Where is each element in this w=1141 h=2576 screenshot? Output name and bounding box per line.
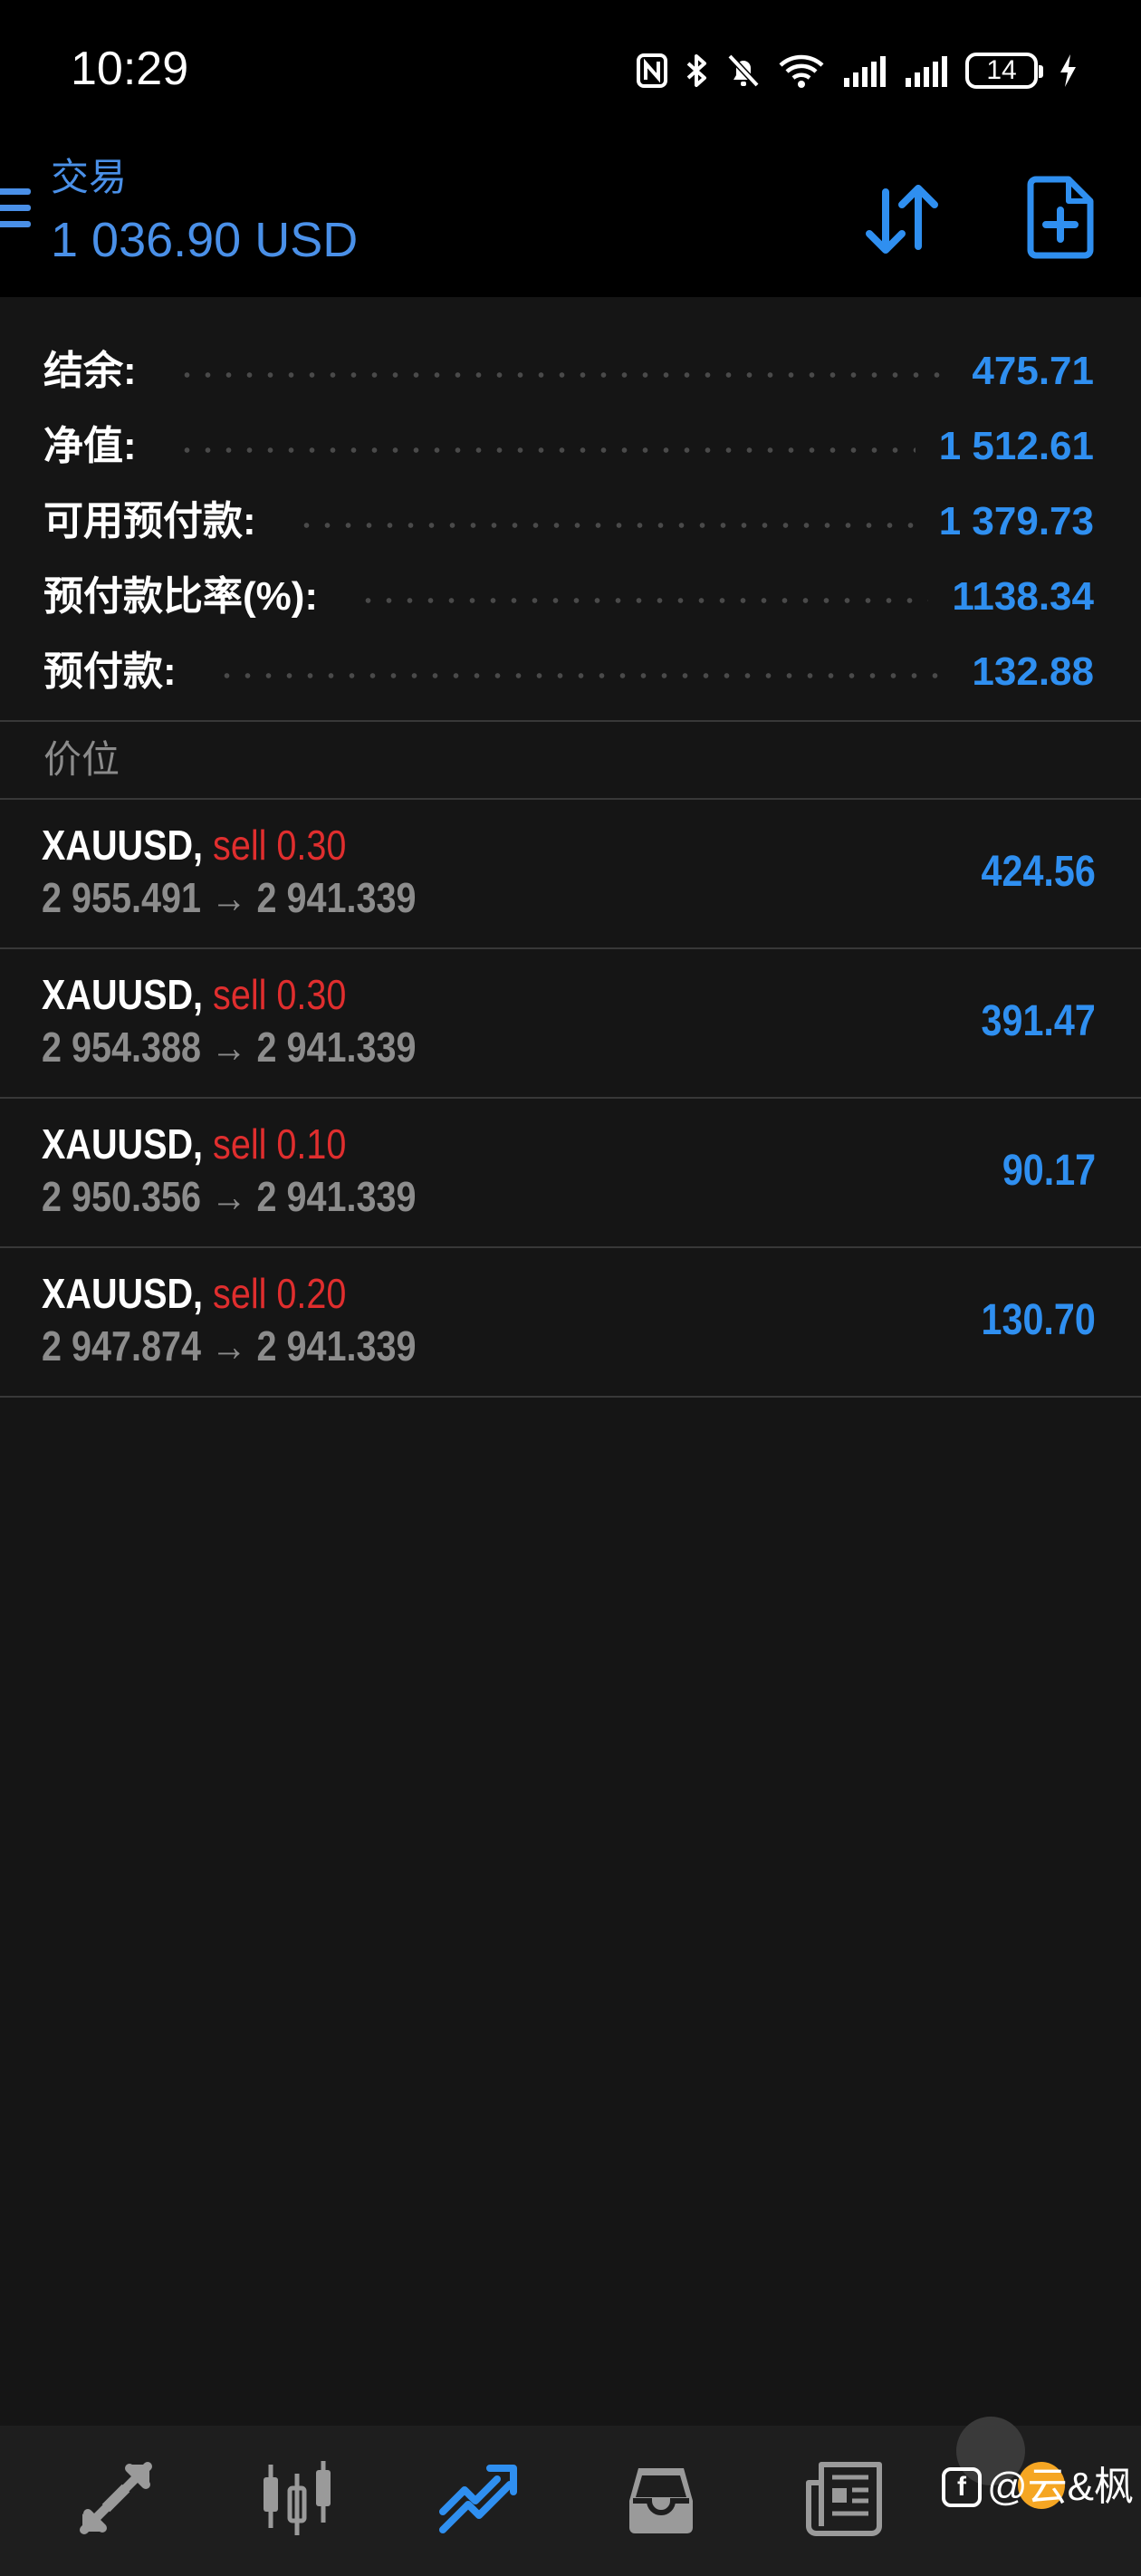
position-profit: 130.70: [982, 1293, 1096, 1348]
position-prices: 2 954.388 → 2 941.339: [42, 1022, 417, 1072]
dotted-leader: [296, 523, 916, 528]
position-row[interactable]: XAUUSD, sell 0.20 2 947.874 → 2 941.339 …: [0, 1246, 1141, 1398]
bluetooth-icon: [685, 53, 710, 89]
account-summary: 结余: 475.71 净值: 1 512.61 可用预付款: 1 379.73 …: [0, 297, 1141, 709]
position-row[interactable]: XAUUSD, sell 0.10 2 950.356 → 2 941.339 …: [0, 1097, 1141, 1246]
menu-icon[interactable]: [0, 188, 31, 234]
page-title: 交易: [51, 154, 127, 201]
trade-icon: [437, 2457, 519, 2539]
trade-content: 结余: 475.71 净值: 1 512.61 可用预付款: 1 379.73 …: [0, 297, 1141, 2426]
position-profit: 90.17: [1002, 1144, 1096, 1198]
chart-icon: [256, 2457, 338, 2539]
summary-value: 1 512.61: [939, 423, 1094, 470]
position-header: XAUUSD, sell 0.30: [42, 969, 346, 1020]
position-row[interactable]: XAUUSD, sell 0.30 2 955.491 → 2 941.339 …: [0, 798, 1141, 947]
position-type: sell 0.30: [213, 822, 346, 869]
watermark-text: @云&枫: [987, 2462, 1134, 2513]
summary-row-balance: 结余: 475.71: [0, 333, 1141, 409]
position-header: XAUUSD, sell 0.10: [42, 1119, 346, 1169]
wifi-icon: [777, 53, 826, 89]
nav-trade[interactable]: [433, 2453, 523, 2543]
summary-value: 1 379.73: [939, 498, 1094, 545]
signal-2-icon: [904, 53, 949, 89]
position-header: XAUUSD, sell 0.30: [42, 820, 346, 870]
nav-chart[interactable]: [252, 2453, 342, 2543]
watermark: f @云&枫: [942, 2462, 1134, 2513]
status-time: 10:29: [71, 40, 188, 98]
summary-value: 1138.34: [952, 573, 1094, 620]
position-prices: 2 955.491 → 2 941.339: [42, 872, 417, 923]
status-icons: 14: [636, 45, 1078, 96]
summary-label: 预付款比率(%):: [43, 573, 318, 620]
position-type: sell 0.30: [213, 971, 346, 1018]
dotted-leader: [177, 447, 916, 453]
summary-row-equity: 净值: 1 512.61: [0, 409, 1141, 484]
app-header: 交易 1 036.90 USD: [0, 136, 1141, 297]
summary-value: 475.71: [972, 348, 1094, 395]
summary-value: 132.88: [972, 649, 1094, 696]
position-symbol: XAUUSD,: [42, 1120, 203, 1168]
position-symbol: XAUUSD,: [42, 971, 203, 1018]
position-type: sell 0.20: [213, 1270, 346, 1317]
summary-row-free-margin: 可用预付款: 1 379.73: [0, 484, 1141, 559]
charging-icon: [1058, 53, 1078, 89]
dotted-leader: [216, 673, 949, 678]
account-balance-header: 1 036.90 USD: [51, 210, 358, 270]
battery-icon: 14: [965, 53, 1038, 89]
nav-history[interactable]: [616, 2453, 706, 2543]
position-header: XAUUSD, sell 0.20: [42, 1268, 346, 1319]
dotted-leader: [358, 598, 928, 603]
dotted-leader: [177, 372, 949, 378]
mute-bell-icon: [726, 53, 761, 89]
signal-1-icon: [842, 53, 887, 89]
status-bar: 10:29: [0, 0, 1141, 136]
summary-label: 预付款:: [43, 649, 177, 696]
summary-label: 结余:: [43, 348, 137, 395]
news-icon: [803, 2457, 885, 2539]
position-prices: 2 950.356 → 2 941.339: [42, 1171, 417, 1222]
position-symbol: XAUUSD,: [42, 822, 203, 869]
position-prices: 2 947.874 → 2 941.339: [42, 1321, 417, 1371]
new-document-icon: [1023, 176, 1098, 259]
position-row[interactable]: XAUUSD, sell 0.30 2 954.388 → 2 941.339 …: [0, 947, 1141, 1097]
sort-button[interactable]: [860, 178, 944, 261]
nav-quotes[interactable]: [71, 2453, 161, 2543]
summary-label: 净值:: [43, 423, 137, 470]
position-profit: 424.56: [982, 845, 1096, 899]
nav-news[interactable]: [799, 2453, 889, 2543]
sort-arrows-icon: [860, 178, 944, 261]
position-profit: 391.47: [982, 995, 1096, 1049]
history-icon: [620, 2457, 702, 2539]
position-symbol: XAUUSD,: [42, 1270, 203, 1317]
watermark-logo-icon: f: [942, 2467, 982, 2507]
summary-label: 可用预付款:: [43, 498, 256, 545]
position-type: sell 0.10: [213, 1120, 346, 1168]
quotes-icon: [75, 2457, 157, 2539]
nfc-icon: [636, 53, 668, 89]
positions-section-header: 价位: [0, 722, 1141, 798]
positions-list: XAUUSD, sell 0.30 2 955.491 → 2 941.339 …: [0, 798, 1141, 1398]
summary-row-margin-level: 预付款比率(%): 1138.34: [0, 559, 1141, 634]
summary-row-margin: 预付款: 132.88: [0, 634, 1141, 709]
new-order-button[interactable]: [1023, 176, 1098, 259]
bottom-nav: f @云&枫: [0, 2426, 1141, 2576]
